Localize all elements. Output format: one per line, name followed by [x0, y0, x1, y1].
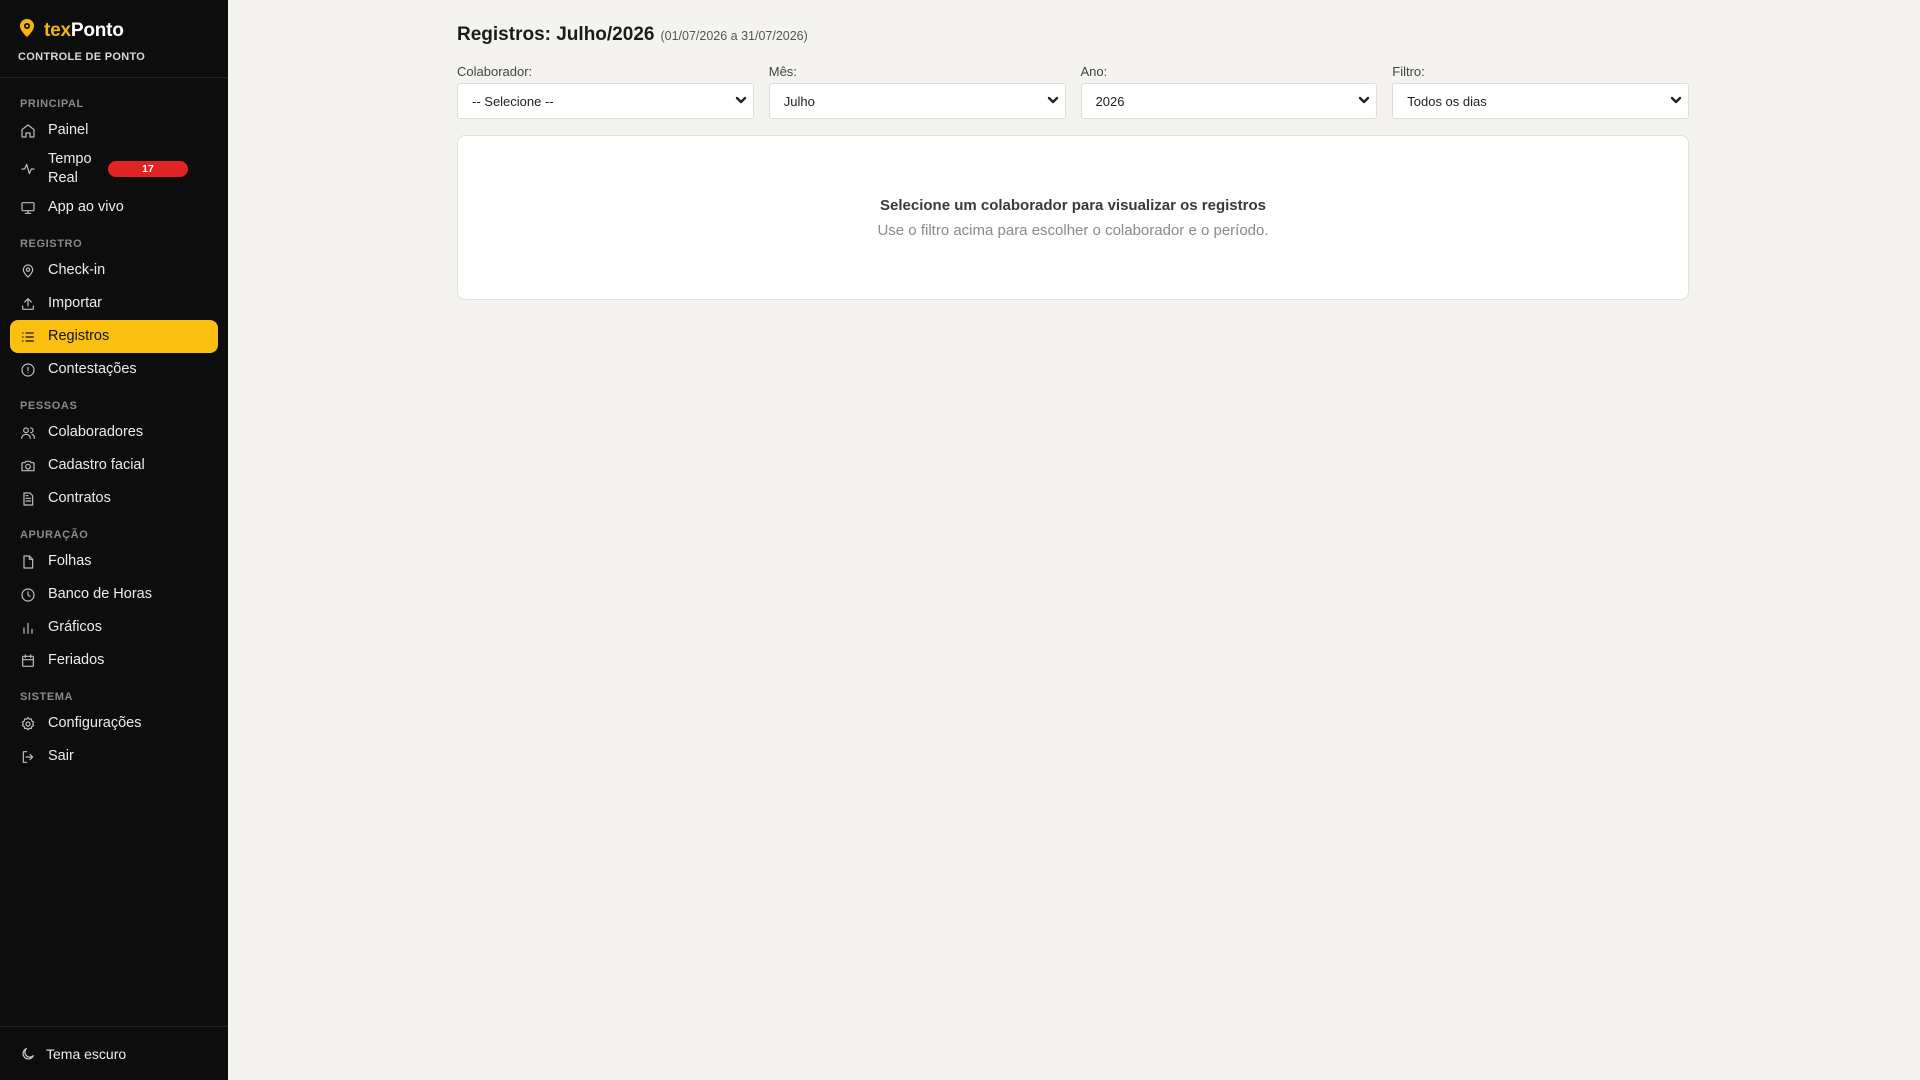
sidebar-item-label: Feriados — [48, 652, 105, 668]
main-content: Registros: Julho/2026 (01/07/2026 a 31/0… — [228, 0, 1920, 1080]
filter-ano-label: Ano: — [1080, 64, 1108, 79]
chevron-down-icon — [1047, 94, 1059, 109]
filter-filtro: Filtro: Todos os dias — [1392, 64, 1689, 119]
filtro-select-value: Todos os dias — [1407, 93, 1487, 109]
page-date-range: (01/07/2026 a 31/07/2026) — [660, 29, 808, 43]
sidebar-item-label: Registros — [48, 328, 110, 344]
sidebar-item-label: Folhas — [48, 553, 92, 569]
sidebar-nav: PRINCIPAL Painel Tempo Real 17 App ao vi… — [0, 78, 228, 1026]
alert-circle-icon — [20, 362, 36, 378]
section-title-principal: PRINCIPAL — [20, 98, 84, 110]
sidebar-item-folhas[interactable]: Folhas — [10, 545, 218, 578]
chevron-down-icon — [1670, 94, 1682, 109]
sidebar-item-contratos[interactable]: Contratos — [10, 482, 218, 515]
location-pin-logo-icon — [18, 18, 36, 43]
sidebar-item-tempo-real[interactable]: Tempo Real 17 — [10, 147, 218, 191]
chevron-down-icon — [735, 94, 747, 109]
sidebar-item-label: Check-in — [48, 262, 106, 278]
page-title: Registros: Julho/2026 — [457, 24, 655, 45]
camera-icon — [20, 458, 36, 474]
brand-name-part1: tex — [44, 19, 71, 41]
filter-ano: Ano: 2026 — [1080, 64, 1378, 119]
map-pin-icon — [20, 263, 36, 279]
sidebar-item-label: Tempo Real — [48, 151, 92, 186]
sidebar-item-label: Sair — [48, 748, 74, 764]
brand-subtitle: CONTROLE DE PONTO — [18, 51, 146, 63]
sidebar-item-check-in[interactable]: Check-in — [10, 254, 218, 287]
sidebar-item-colaboradores[interactable]: Colaboradores — [10, 416, 218, 449]
section-title-sistema: SISTEMA — [20, 691, 74, 703]
sidebar-item-banco-de-horas[interactable]: Banco de Horas — [10, 578, 218, 611]
notification-badge: 17 — [108, 161, 188, 177]
calendar-icon — [20, 653, 36, 669]
colaborador-select[interactable]: -- Selecione -- — [457, 83, 754, 119]
filter-filtro-label: Filtro: — [1392, 64, 1425, 79]
sidebar-item-label: Configurações — [48, 715, 142, 731]
filter-colaborador-label: Colaborador: — [457, 64, 533, 79]
sidebar-item-label: Banco de Horas — [48, 586, 152, 602]
empty-state-card: Selecione um colaborador para visualizar… — [457, 135, 1689, 300]
theme-toggle-label: Tema escuro — [46, 1045, 127, 1062]
sidebar-item-label: Contratos — [48, 490, 111, 506]
activity-icon — [20, 161, 36, 177]
sidebar-item-feriados[interactable]: Feriados — [10, 644, 218, 677]
brand-name: texPonto — [44, 20, 124, 42]
filters-bar: Colaborador: -- Selecione -- Mês: Julho … — [457, 64, 1689, 119]
page-header: Registros: Julho/2026 (01/07/2026 a 31/0… — [457, 24, 1689, 46]
chevron-down-icon — [1358, 94, 1370, 109]
logout-icon — [20, 749, 36, 765]
sidebar-item-label: Colaboradores — [48, 424, 144, 440]
sidebar-item-importar[interactable]: Importar — [10, 287, 218, 320]
mes-select[interactable]: Julho — [768, 83, 1066, 119]
clock-icon — [20, 587, 36, 603]
sidebar-item-registros[interactable]: Registros — [10, 320, 218, 353]
sidebar: texPonto CONTROLE DE PONTO PRINCIPAL Pai… — [0, 0, 228, 1080]
empty-state-title: Selecione um colaborador para visualizar… — [880, 196, 1266, 214]
filter-mes-label: Mês: — [768, 64, 797, 79]
brand-name-part2: Ponto — [70, 19, 124, 41]
theme-toggle[interactable]: Tema escuro — [0, 1026, 228, 1080]
file-icon — [20, 554, 36, 570]
sidebar-item-label: Contestações — [48, 361, 137, 377]
sidebar-item-label: App ao vivo — [48, 199, 124, 215]
empty-state-subtitle: Use o filtro acima para escolher o colab… — [877, 221, 1269, 239]
sidebar-item-painel[interactable]: Painel — [10, 114, 218, 147]
ano-select-value: 2026 — [1095, 93, 1125, 109]
users-icon — [20, 425, 36, 441]
sidebar-item-sair[interactable]: Sair — [10, 740, 218, 773]
brand: texPonto CONTROLE DE PONTO — [0, 0, 228, 78]
section-title-pessoas: PESSOAS — [20, 400, 78, 412]
sidebar-item-label: Cadastro facial — [48, 457, 145, 473]
moon-icon — [20, 1046, 36, 1062]
bar-chart-icon — [20, 620, 36, 636]
colaborador-select-value: -- Selecione -- — [472, 93, 554, 109]
section-title-apuracao: APURAÇÃO — [20, 529, 89, 541]
ano-select[interactable]: 2026 — [1080, 83, 1378, 119]
sidebar-item-contestacoes[interactable]: Contestações — [10, 353, 218, 386]
sidebar-item-configuracoes[interactable]: Configurações — [10, 707, 218, 740]
sidebar-item-label: Painel — [48, 122, 89, 138]
sidebar-item-label: Importar — [48, 295, 102, 311]
home-icon — [20, 123, 36, 139]
sidebar-item-app-ao-vivo[interactable]: App ao vivo — [10, 191, 218, 224]
upload-icon — [20, 296, 36, 312]
file-text-icon — [20, 491, 36, 507]
filter-colaborador: Colaborador: -- Selecione -- — [457, 64, 754, 119]
mes-select-value: Julho — [783, 93, 815, 109]
settings-icon — [20, 716, 36, 732]
filter-mes: Mês: Julho — [768, 64, 1066, 119]
list-icon — [20, 329, 36, 345]
filtro-select[interactable]: Todos os dias — [1392, 83, 1689, 119]
monitor-icon — [20, 200, 36, 216]
sidebar-item-label: Gráficos — [48, 619, 102, 635]
sidebar-item-cadastro-facial[interactable]: Cadastro facial — [10, 449, 218, 482]
section-title-registro: REGISTRO — [20, 238, 83, 250]
sidebar-item-graficos[interactable]: Gráficos — [10, 611, 218, 644]
